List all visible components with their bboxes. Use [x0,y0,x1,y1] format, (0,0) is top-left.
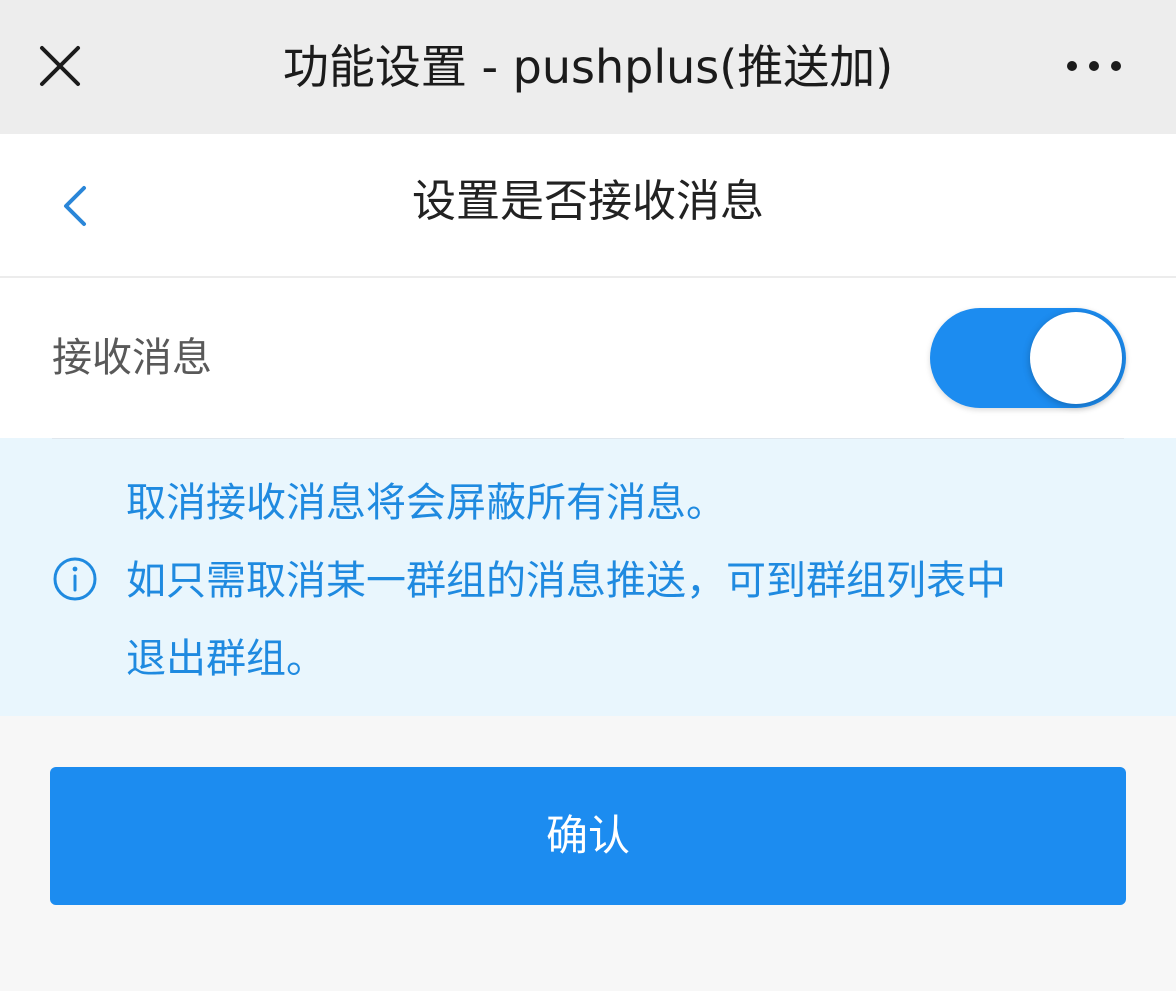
window-title: 功能设置 - pushplus(推送加) [282,40,894,94]
confirm-button[interactable]: 确认 [50,767,1126,905]
receive-messages-label: 接收消息 [52,335,212,381]
window-title-bar: 功能设置 - pushplus(推送加) [0,0,1176,134]
notice-line: 退出群组。 [126,636,326,682]
info-icon [53,557,97,601]
notice-panel: 取消接收消息将会屏蔽所有消息。 如只需取消某一群组的消息推送，可到群组列表中 退… [0,438,1176,716]
notice-text: 取消接收消息将会屏蔽所有消息。 如只需取消某一群组的消息推送，可到群组列表中 退… [126,464,1116,698]
page-header: 设置是否接收消息 [0,134,1176,278]
close-icon[interactable] [36,42,84,90]
chevron-left-icon[interactable] [56,184,96,228]
receive-messages-toggle[interactable] [930,308,1126,408]
notice-line: 如只需取消某一群组的消息推送，可到群组列表中 [126,558,1006,604]
receive-messages-row: 接收消息 [0,278,1176,438]
page-title: 设置是否接收消息 [412,176,764,227]
notice-line: 取消接收消息将会屏蔽所有消息。 [126,480,726,526]
more-horizontal-icon[interactable] [1064,54,1124,78]
divider [52,438,1124,439]
toggle-knob [1030,312,1122,404]
